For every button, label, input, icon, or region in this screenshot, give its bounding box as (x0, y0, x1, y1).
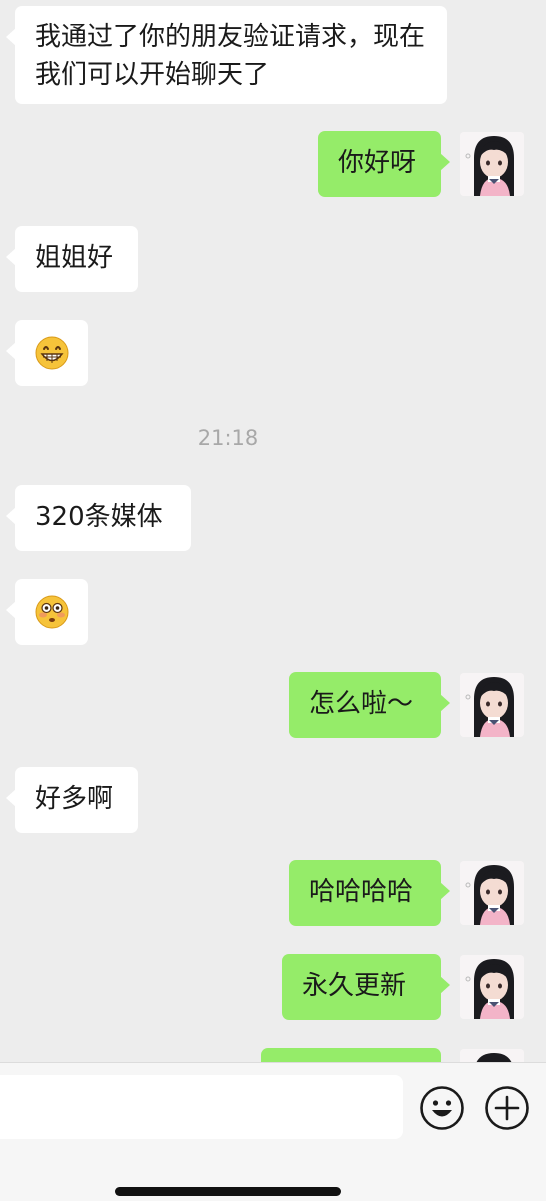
message-input[interactable] (0, 1075, 403, 1139)
message-text: 好多啊 (35, 784, 114, 814)
message-text: 我通过了你的朋友验证请求，现在我们可以开始聊天了 (35, 22, 426, 90)
plus-circle-icon (485, 1086, 529, 1130)
incoming-message-bubble[interactable]: 姐姐好 (6, 226, 138, 292)
message-text: 姐姐好 (35, 243, 114, 273)
message-text: 你好呀 (338, 148, 417, 178)
message-text: 哈哈哈哈 (309, 877, 414, 907)
my-avatar[interactable] (460, 955, 524, 1019)
outgoing-message-bubble[interactable]: 哈哈哈哈 (289, 860, 450, 926)
avatar-image (460, 132, 524, 196)
outgoing-message-bubble[interactable]: 永久更新 (282, 954, 450, 1020)
home-indicator (115, 1187, 341, 1196)
avatar-image (460, 861, 524, 925)
incoming-message-bubble[interactable]: 320条媒体 (6, 485, 191, 551)
incoming-emoji-bubble[interactable] (6, 579, 88, 645)
message-text: 怎么啦～ (309, 689, 414, 719)
incoming-emoji-bubble[interactable] (6, 320, 88, 386)
my-avatar[interactable] (460, 673, 524, 737)
emoji-button[interactable] (419, 1085, 465, 1131)
my-avatar[interactable] (460, 132, 524, 196)
avatar-image (460, 1049, 524, 1062)
outgoing-message-bubble[interactable] (261, 1048, 441, 1062)
message-input-bar (0, 1062, 546, 1201)
message-text: 永久更新 (302, 971, 407, 1001)
my-avatar[interactable] (460, 1049, 524, 1062)
outgoing-message-bubble[interactable]: 你好呀 (318, 131, 450, 197)
incoming-message-bubble[interactable]: 好多啊 (6, 767, 138, 833)
incoming-message-bubble[interactable]: 我通过了你的朋友验证请求，现在我们可以开始聊天了 (6, 6, 447, 104)
message-timestamp: 21:18 (197, 426, 259, 450)
smiley-icon (420, 1086, 464, 1130)
more-functions-button[interactable] (484, 1085, 530, 1131)
outgoing-message-bubble[interactable]: 怎么啦～ (289, 672, 450, 738)
avatar-image (460, 955, 524, 1019)
chat-message-list[interactable]: 我通过了你的朋友验证请求，现在我们可以开始聊天了 你好呀 姐姐好 21:18 3… (0, 0, 546, 1062)
avatar-image (460, 673, 524, 737)
grinning-face-icon (35, 336, 68, 370)
flushed-face-icon (35, 595, 68, 629)
my-avatar[interactable] (460, 861, 524, 925)
message-text: 320条媒体 (35, 502, 163, 532)
